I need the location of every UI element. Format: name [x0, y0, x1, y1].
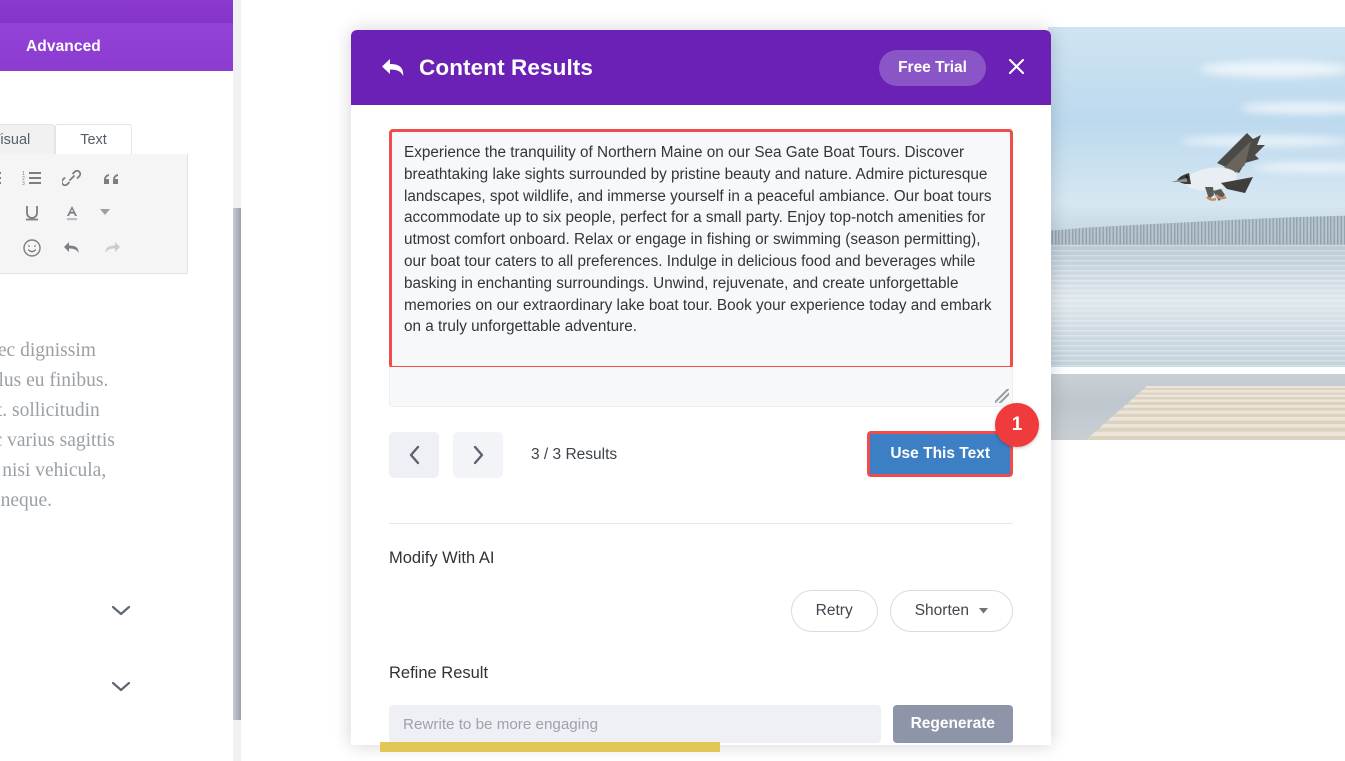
bird-over-lake-photo: [1048, 27, 1345, 367]
refine-result-row: Regenerate: [389, 705, 1013, 743]
result-text: Experience the tranquility of Northern M…: [404, 144, 992, 336]
cloud-shape: [1239, 101, 1345, 114]
tab-advanced[interactable]: Advanced: [0, 23, 241, 71]
use-this-text-container: Use This Text 1: [867, 403, 1039, 477]
underline-icon[interactable]: [15, 197, 49, 229]
link-icon[interactable]: [55, 162, 89, 194]
editor-body-text: nc, nec dignissim et tellus eu finibus. …: [0, 336, 220, 516]
toolbar-row-2: [0, 195, 183, 230]
lorem-line: nsan neque.: [0, 490, 53, 511]
emoji-icon[interactable]: [15, 232, 49, 264]
modal-body: Experience the tranquility of Northern M…: [351, 129, 1051, 743]
modal-header: Content Results Free Trial: [351, 30, 1051, 105]
cloud-shape: [1200, 61, 1345, 77]
result-area: Experience the tranquility of Northern M…: [389, 129, 1013, 407]
editor-mode-tabs: Visual Text: [0, 118, 188, 154]
flying-bird: [1170, 133, 1265, 201]
lorem-line: scipit. sollicitudin: [0, 400, 100, 421]
free-trial-badge[interactable]: Free Trial: [879, 49, 986, 86]
content-results-modal: Content Results Free Trial Experience th…: [351, 30, 1051, 745]
lorem-line: et tellus eu finibus.: [0, 370, 109, 391]
svg-text:3: 3: [22, 181, 25, 186]
tab-text[interactable]: Text: [55, 124, 132, 154]
chevron-down-icon: [111, 681, 130, 692]
editor-panel: Advanced Visual Text: [0, 0, 241, 761]
text-color-caret-icon[interactable]: [95, 197, 115, 229]
shorten-dropdown[interactable]: Shorten: [889, 590, 1013, 632]
caret-down-icon: [979, 606, 988, 617]
page-accent-bar: [380, 742, 720, 752]
prev-result-button[interactable]: [389, 432, 439, 478]
regenerate-button[interactable]: Regenerate: [892, 705, 1013, 743]
editor-toolbar: 1 2 3: [0, 154, 188, 274]
refine-result-title: Refine Result: [389, 664, 489, 682]
special-character-icon[interactable]: [0, 232, 9, 264]
preview-column: [1034, 0, 1345, 761]
lorem-line: Nunc varius sagittis: [0, 430, 115, 451]
chevron-left-icon: [409, 445, 419, 465]
undo-icon[interactable]: [55, 232, 89, 264]
text-color-icon[interactable]: [55, 197, 89, 229]
bulleted-list-icon[interactable]: [0, 162, 9, 194]
tab-visual[interactable]: Visual: [0, 124, 56, 154]
wooden-dock-photo: [1048, 374, 1345, 440]
accordion-toggle-1[interactable]: [0, 604, 241, 617]
blockquote-icon[interactable]: [95, 162, 129, 194]
numbered-list-icon[interactable]: 1 2 3: [15, 162, 49, 194]
results-navigation: 3 / 3 Results Use This Text 1: [389, 403, 1039, 478]
toolbar-row-1: 1 2 3: [0, 160, 183, 195]
chevron-down-icon: [111, 605, 130, 616]
toolbar-row-3: [0, 230, 183, 265]
next-result-button[interactable]: [453, 432, 503, 478]
retry-label: Retry: [815, 602, 853, 619]
redo-icon[interactable]: [95, 232, 129, 264]
use-this-text-button[interactable]: Use This Text: [867, 431, 1013, 477]
panel-top-strip: [0, 0, 241, 23]
result-textarea[interactable]: Experience the tranquility of Northern M…: [389, 129, 1013, 369]
strikethrough-icon[interactable]: [0, 197, 9, 229]
close-icon[interactable]: [1002, 52, 1031, 83]
shorten-label: Shorten: [914, 602, 969, 619]
annotation-badge-1: 1: [995, 403, 1039, 447]
lorem-line: nc, nec dignissim: [0, 340, 96, 361]
results-counter: 3 / 3 Results: [531, 446, 618, 463]
tab-advanced-label: Advanced: [26, 38, 101, 55]
result-textarea-footer: [389, 367, 1013, 407]
back-arrow-icon[interactable]: [381, 58, 405, 78]
panel-scrollbar[interactable]: [233, 208, 241, 720]
refine-input[interactable]: [389, 705, 881, 743]
modify-with-ai-title: Modify With AI: [389, 549, 495, 567]
tab-text-label: Text: [80, 131, 107, 148]
wysiwyg-editor: Visual Text: [0, 118, 188, 274]
retry-button[interactable]: Retry: [790, 590, 878, 632]
screen-root: Advanced Visual Text: [0, 0, 1345, 761]
section-divider: [389, 523, 1013, 524]
lorem-line: an et nisi vehicula,: [0, 460, 107, 481]
lake-water: [1048, 244, 1345, 367]
resize-handle-icon[interactable]: [995, 389, 1009, 403]
tab-visual-label: Visual: [0, 131, 31, 148]
accordion-toggle-2[interactable]: [0, 680, 241, 693]
modal-title: Content Results: [419, 54, 594, 80]
modify-with-ai-actions: Retry Shorten: [389, 590, 1013, 632]
chevron-right-icon: [473, 445, 483, 465]
